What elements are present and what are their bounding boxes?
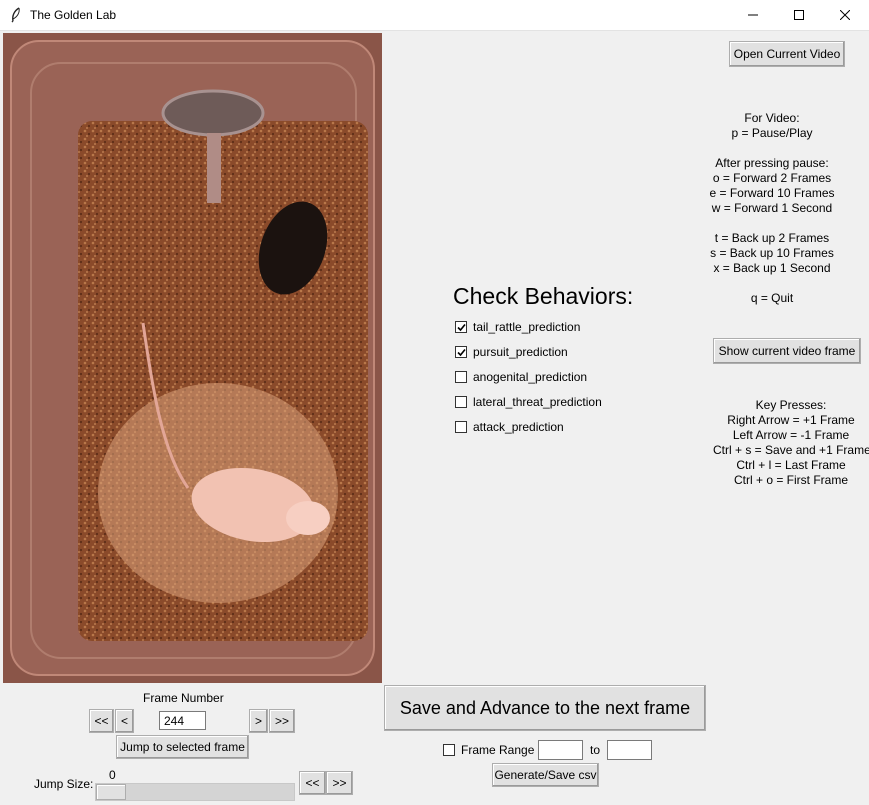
last-frame-button[interactable]: >> (269, 709, 295, 733)
close-icon (840, 10, 850, 20)
behavior-checkbox-tail-rattle-prediction[interactable]: tail_rattle_prediction (455, 320, 580, 334)
checkbox[interactable] (455, 346, 467, 358)
feather-icon (8, 7, 24, 23)
jump-size-label: Jump Size: (34, 777, 94, 791)
show-frame-button[interactable]: Show current video frame (713, 338, 861, 364)
jump-back-button[interactable]: << (299, 771, 326, 795)
title-bar: The Golden Lab (0, 0, 869, 31)
maximize-icon (794, 10, 804, 20)
close-button[interactable] (822, 0, 868, 30)
frame-range-label: Frame Range (461, 743, 535, 757)
jump-to-frame-button[interactable]: Jump to selected frame (116, 735, 249, 759)
checkbox[interactable] (455, 396, 467, 408)
checkbox[interactable] (455, 371, 467, 383)
behavior-label: anogenital_prediction (473, 370, 588, 384)
window-title: The Golden Lab (30, 8, 117, 22)
checkbox[interactable] (443, 744, 455, 756)
behaviors-heading: Check Behaviors: (453, 283, 634, 309)
to-label: to (590, 743, 601, 757)
behavior-label: lateral_threat_prediction (473, 395, 602, 409)
range-to-input[interactable] (607, 740, 652, 760)
slider-handle[interactable] (96, 784, 126, 800)
frame-range-checkbox[interactable]: Frame Range (443, 743, 534, 757)
key-help-text: Key Presses: Right Arrow = +1 Frame Left… (713, 398, 869, 487)
video-frame (3, 33, 382, 683)
save-advance-button[interactable]: Save and Advance to the next frame (384, 685, 706, 731)
behavior-checkbox-anogenital-prediction[interactable]: anogenital_prediction (455, 370, 587, 384)
range-from-input[interactable] (538, 740, 583, 760)
minimize-button[interactable] (730, 0, 776, 30)
checkbox[interactable] (455, 321, 467, 333)
open-video-button[interactable]: Open Current Video (729, 41, 845, 67)
frame-number-input[interactable]: 244 (159, 711, 206, 730)
checkmark-icon (457, 348, 466, 357)
jump-forward-button[interactable]: >> (326, 771, 353, 795)
prev-frame-button[interactable]: < (115, 709, 134, 733)
checkbox[interactable] (455, 421, 467, 433)
behavior-checkbox-lateral-threat-prediction[interactable]: lateral_threat_prediction (455, 395, 602, 409)
behavior-checkbox-pursuit-prediction[interactable]: pursuit_prediction (455, 345, 568, 359)
behavior-label: pursuit_prediction (473, 345, 568, 359)
generate-csv-button[interactable]: Generate/Save csv (492, 763, 599, 787)
next-frame-button[interactable]: > (249, 709, 268, 733)
checkmark-icon (457, 323, 466, 332)
maximize-button[interactable] (776, 0, 822, 30)
video-help-text: For Video: p = Pause/Play After pressing… (709, 111, 835, 305)
frame-number-label: Frame Number (143, 691, 224, 705)
jump-size-slider[interactable] (95, 783, 295, 801)
first-frame-button[interactable]: << (89, 709, 114, 733)
jump-size-value: 0 (109, 768, 116, 782)
minimize-icon (748, 14, 758, 16)
behavior-checkbox-attack-prediction[interactable]: attack_prediction (455, 420, 564, 434)
behavior-label: tail_rattle_prediction (473, 320, 581, 334)
behavior-label: attack_prediction (473, 420, 564, 434)
